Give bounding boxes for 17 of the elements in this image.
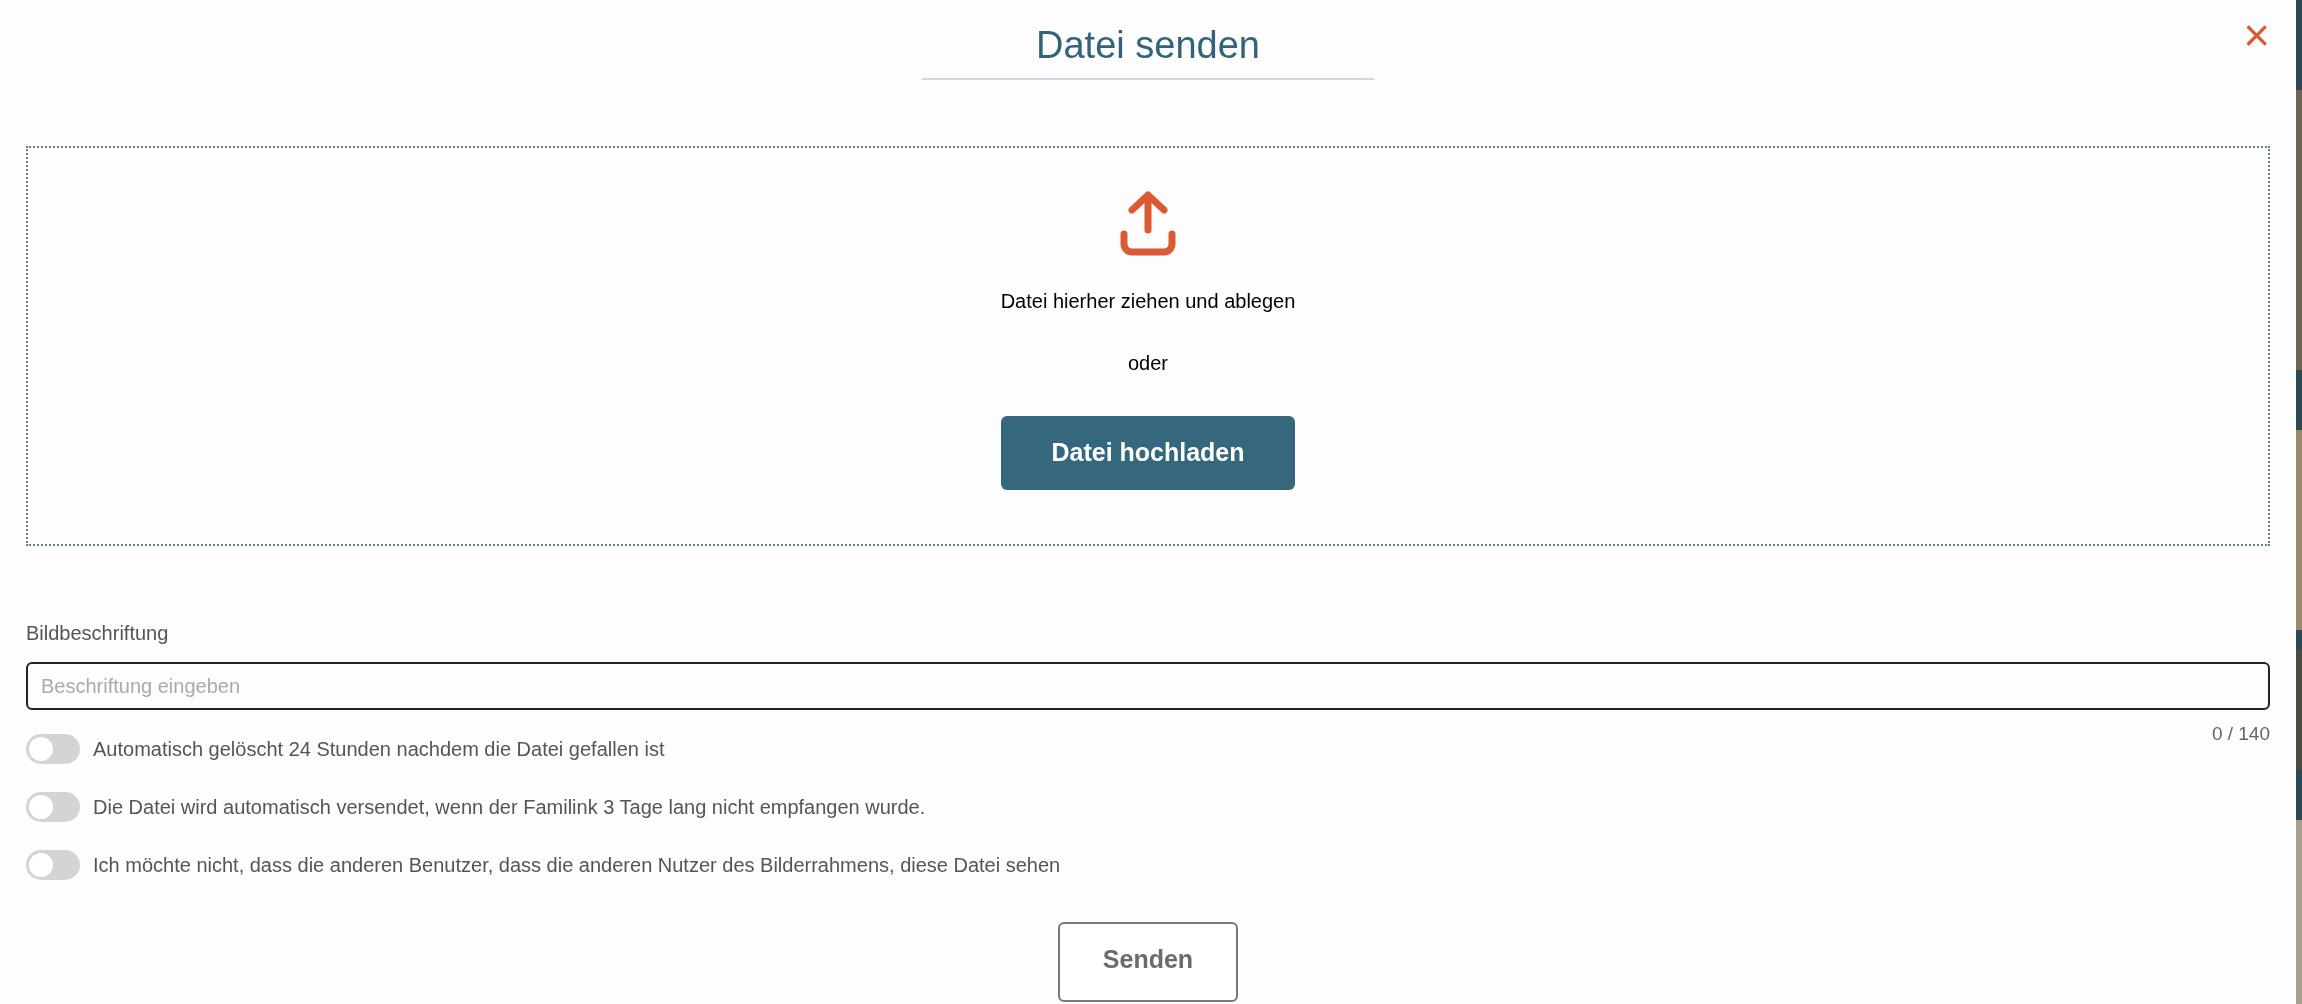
upload-button[interactable]: Datei hochladen [1001,416,1295,490]
separator-text: oder [1128,351,1168,376]
caption-label: Bildbeschriftung [26,621,170,646]
dialog-title: Datei senden [1036,23,1260,68]
close-button[interactable]: × [2243,12,2270,58]
option-label: Ich möchte nicht, dass die anderen Benutzer, dass die anderen Nutzer des Bilderrahmens, diese Datei sehen [93,853,1061,878]
option-label: Automatisch gelöscht 24 Stunden nachdem die Datei gefallen ist [93,737,665,762]
upload-icon [1118,190,1178,258]
drop-zone[interactable]: Datei hierher ziehen und ablegen oder Datei hochladen [26,146,2270,546]
send-button[interactable]: Senden [1058,922,1238,1002]
toggle-switch[interactable] [26,734,80,764]
drop-hint: Datei hierher ziehen und ablegen [1000,289,1296,314]
toggle-switch[interactable] [26,850,80,880]
option-label: Die Datei wird automatisch versendet, wenn der Familink 3 Tage lang nicht empfangen wurde. [93,795,926,820]
caption-field[interactable]: Beschriftung eingeben [26,662,2270,710]
character-counter: 0 / 140 [2211,722,2270,744]
toggle-switch[interactable] [26,792,80,822]
